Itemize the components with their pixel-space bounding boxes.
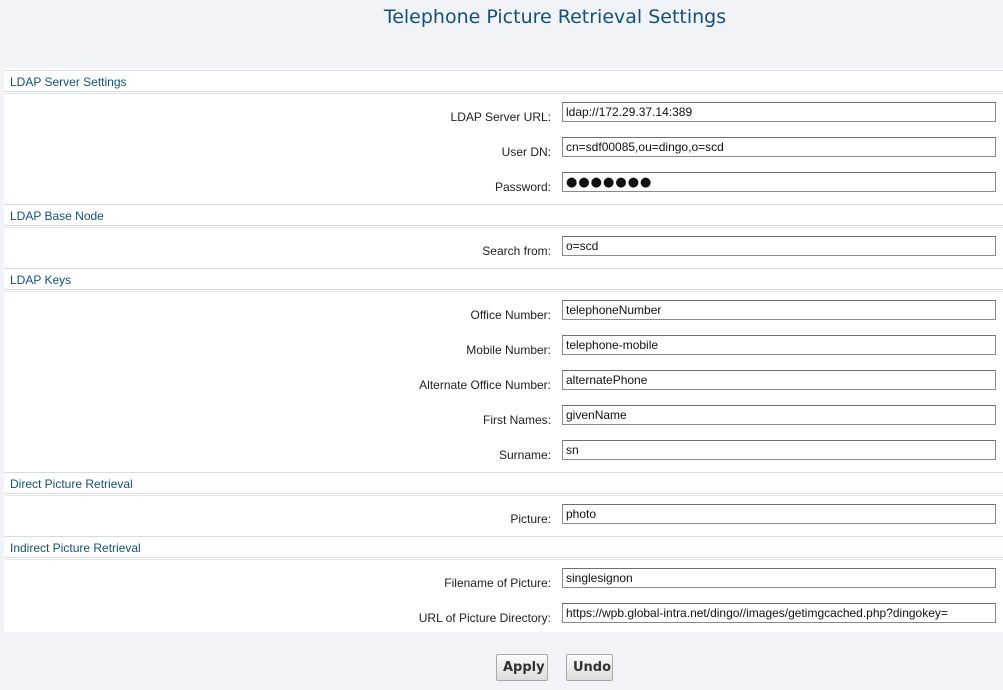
- label-user-dn: User DN:: [501, 145, 551, 159]
- url-of-picture-directory-input[interactable]: [562, 603, 996, 623]
- label-picture: Picture:: [510, 512, 551, 526]
- row-picture: Picture:: [4, 503, 1003, 538]
- label-alternate-office-number: Alternate Office Number:: [419, 378, 551, 392]
- picture-input[interactable]: [562, 504, 996, 524]
- label-search-from: Search from:: [482, 244, 551, 258]
- ldap-server-url-input[interactable]: [562, 102, 996, 122]
- row-user-dn: User DN:: [4, 136, 1003, 171]
- user-dn-input[interactable]: [562, 137, 996, 157]
- filename-of-picture-input[interactable]: [562, 568, 996, 588]
- apply-button[interactable]: Apply: [496, 654, 548, 681]
- mobile-number-input[interactable]: [562, 335, 996, 355]
- office-number-input[interactable]: [562, 300, 996, 320]
- label-mobile-number: Mobile Number:: [466, 343, 551, 357]
- alternate-office-number-input[interactable]: [562, 370, 996, 390]
- page-title: Telephone Picture Retrieval Settings: [383, 6, 727, 28]
- row-password: Password:: [4, 171, 1003, 206]
- section-header-indirect-picture: Indirect Picture Retrieval: [4, 536, 1003, 560]
- row-search-from: Search from:: [4, 235, 1003, 270]
- label-filename-of-picture: Filename of Picture:: [444, 576, 551, 590]
- label-ldap-server-url: LDAP Server URL:: [450, 110, 551, 124]
- row-ldap-server-url: LDAP Server URL:: [4, 101, 1003, 136]
- section-header-direct-picture: Direct Picture Retrieval: [4, 472, 1003, 496]
- section-header-ldap-keys: LDAP Keys: [4, 268, 1003, 292]
- section-header-ldap-base-node: LDAP Base Node: [4, 204, 1003, 228]
- row-url-of-picture-directory: URL of Picture Directory:: [4, 602, 1003, 637]
- surname-input[interactable]: [562, 440, 996, 460]
- row-alternate-office-number: Alternate Office Number:: [4, 369, 1003, 404]
- undo-button[interactable]: Undo: [566, 654, 613, 681]
- row-office-number: Office Number:: [4, 299, 1003, 334]
- section-header-ldap-server: LDAP Server Settings: [4, 70, 1003, 94]
- row-first-names: First Names:: [4, 404, 1003, 439]
- row-filename-of-picture: Filename of Picture:: [4, 567, 1003, 602]
- row-mobile-number: Mobile Number:: [4, 334, 1003, 369]
- password-input[interactable]: [562, 172, 996, 192]
- row-surname: Surname:: [4, 439, 1003, 474]
- label-first-names: First Names:: [482, 413, 551, 427]
- label-surname: Surname:: [498, 448, 551, 462]
- label-office-number: Office Number:: [470, 308, 551, 322]
- search-from-input[interactable]: [562, 236, 996, 256]
- label-url-of-picture-directory: URL of Picture Directory:: [418, 611, 551, 625]
- first-names-input[interactable]: [562, 405, 996, 425]
- label-password: Password:: [494, 180, 551, 194]
- settings-panel: LDAP Server Settings LDAP Server URL: Us…: [4, 68, 1003, 632]
